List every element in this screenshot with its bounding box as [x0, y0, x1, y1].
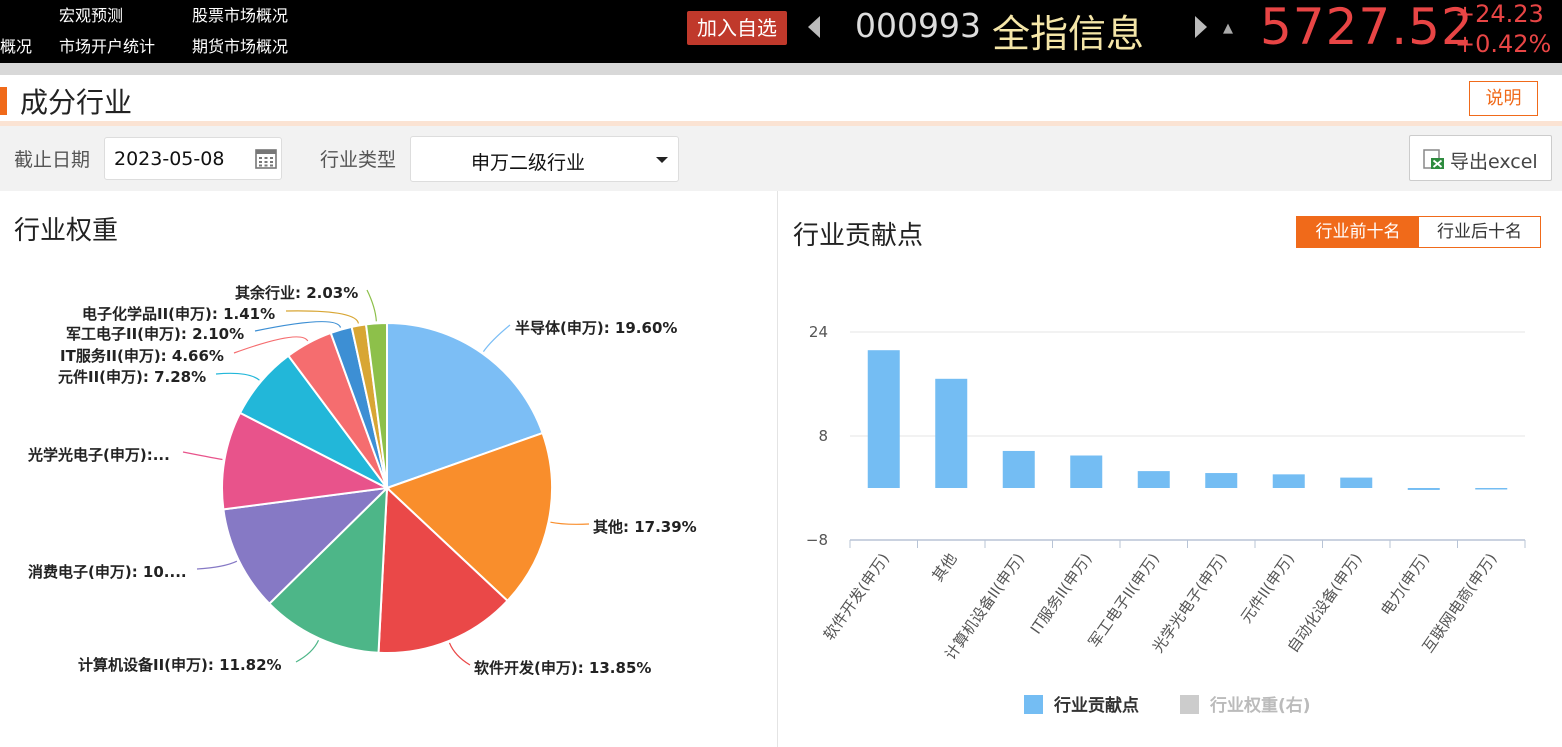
x-tick-label: 自动化设备(申万) [1284, 550, 1366, 656]
x-tick-label: 软件开发(申万) [820, 550, 893, 644]
export-excel-label: 导出excel [1450, 151, 1538, 173]
date-value: 2023-05-08 [114, 148, 225, 170]
pie-slice-label: 光学光电子(申万):... [27, 446, 170, 464]
industry-type-select[interactable]: 申万二级行业 [410, 136, 679, 182]
industry-weight-pie-chart: 半导体(申万): 19.60% 其他: 17.39% 软件开发(申万): 13.85… [27, 284, 697, 677]
pie-slice-label: 消费电子(申万): 10.... [28, 563, 187, 581]
pie-label-line [196, 560, 238, 570]
bar[interactable] [1340, 477, 1373, 488]
legend-swatch[interactable] [1024, 695, 1043, 714]
legend-label[interactable]: 行业权重(右) [1209, 695, 1311, 716]
prev-stock-arrow-icon[interactable] [808, 16, 820, 38]
bar[interactable] [1070, 455, 1103, 489]
price-change: +24.23 [1455, 0, 1544, 28]
pie-slice-label: 其他: 17.39% [593, 518, 697, 536]
pie-label-line [366, 289, 377, 322]
bar[interactable] [1475, 488, 1508, 490]
industry-type-value: 申万二级行业 [471, 152, 586, 174]
stock-price: 5727.52 [1260, 0, 1474, 56]
next-stock-arrow-icon[interactable] [1195, 16, 1207, 38]
nav-macro-forecast[interactable]: 宏观预测 [59, 2, 123, 26]
bar[interactable] [1002, 450, 1035, 488]
bar[interactable] [1407, 488, 1440, 490]
y-tick-label: 8 [818, 427, 828, 445]
bar[interactable] [1205, 473, 1238, 488]
pie-label-line [295, 640, 320, 663]
pie-slice-label: 电子化学品II(申万): 1.41% [82, 305, 275, 323]
x-tick-label: 互联网电商(申万) [1419, 550, 1501, 656]
bell-icon[interactable]: ▲ [1223, 21, 1233, 36]
nav-futures-overview[interactable]: 期货市场概况 [192, 33, 288, 57]
stock-name: 全指信息 [992, 12, 1145, 56]
pie-label-line [482, 324, 511, 352]
industry-contribution-bar-chart: 248−8软件开发(申万) 其他计算机设备II(申万)IT服务II(申万)军工电子… [806, 323, 1526, 716]
x-tick-label: 军工电子II(申万) [1085, 550, 1163, 651]
header-divider [0, 63, 1562, 75]
date-label: 截止日期 [14, 149, 91, 171]
pie-slice-label: 其余行业: 2.03% [235, 284, 358, 302]
date-input[interactable]: 2023-05-08 [104, 137, 282, 180]
price-change-percent: +0.42% [1455, 30, 1552, 58]
pie-label-line [254, 321, 342, 332]
x-tick-label: IT服务II(申万) [1027, 550, 1096, 637]
y-tick-label: −8 [806, 531, 828, 549]
excel-icon [1423, 149, 1444, 169]
x-tick-label: 光学光电子(申万) [1149, 550, 1231, 656]
pie-slice-label: 半导体(申万): 19.60% [515, 319, 677, 337]
pie-slice-label: 软件开发(申万): 13.85% [474, 659, 651, 677]
bar[interactable] [1272, 474, 1305, 488]
explain-button[interactable]: 说明 [1469, 81, 1538, 116]
x-tick-label: 其他 [929, 550, 961, 585]
x-tick-label: 元件II(申万) [1237, 550, 1298, 626]
legend-swatch[interactable] [1180, 695, 1199, 714]
nav-account-stats[interactable]: 市场开户统计 [59, 33, 155, 57]
bar[interactable] [867, 350, 900, 488]
chevron-down-icon [656, 157, 668, 163]
section-accent-bar [0, 87, 7, 115]
pie-slice-label: 计算机设备II(申万): 11.82% [78, 656, 282, 674]
pie-label-line [550, 521, 590, 525]
bar[interactable] [1137, 471, 1170, 488]
x-tick-label: 电力(申万) [1377, 550, 1433, 619]
ranking-tabs: 行业前十名 行业后十名 [1296, 216, 1541, 248]
nav-overview[interactable]: 概况 [0, 33, 32, 57]
legend-label[interactable]: 行业贡献点 [1053, 695, 1139, 716]
pie-label-line [182, 451, 223, 461]
tab-bottom-ten[interactable]: 行业后十名 [1419, 217, 1540, 247]
pie-slice-label: 军工电子II(申万): 2.10% [66, 325, 244, 343]
add-watchlist-button[interactable]: 加入自选 [687, 11, 787, 45]
pie-label-line [215, 372, 260, 381]
section-title: 成分行业 [20, 86, 133, 119]
y-tick-label: 24 [809, 323, 828, 341]
stock-code: 000993 [855, 6, 981, 45]
pie-slice-label: 元件II(申万): 7.28% [58, 368, 206, 386]
bar[interactable] [935, 378, 968, 488]
tab-top-ten[interactable]: 行业前十名 [1297, 217, 1419, 247]
calendar-icon[interactable] [255, 148, 277, 169]
pie-slice-label: IT服务II(申万): 4.66% [60, 347, 224, 365]
pie-label-line [448, 642, 471, 666]
contrib-panel-title: 行业贡献点 [793, 221, 924, 251]
export-excel-button[interactable]: 导出excel [1409, 135, 1552, 181]
industry-type-label: 行业类型 [320, 149, 397, 171]
nav-stock-market-overview[interactable]: 股票市场概况 [192, 2, 288, 26]
